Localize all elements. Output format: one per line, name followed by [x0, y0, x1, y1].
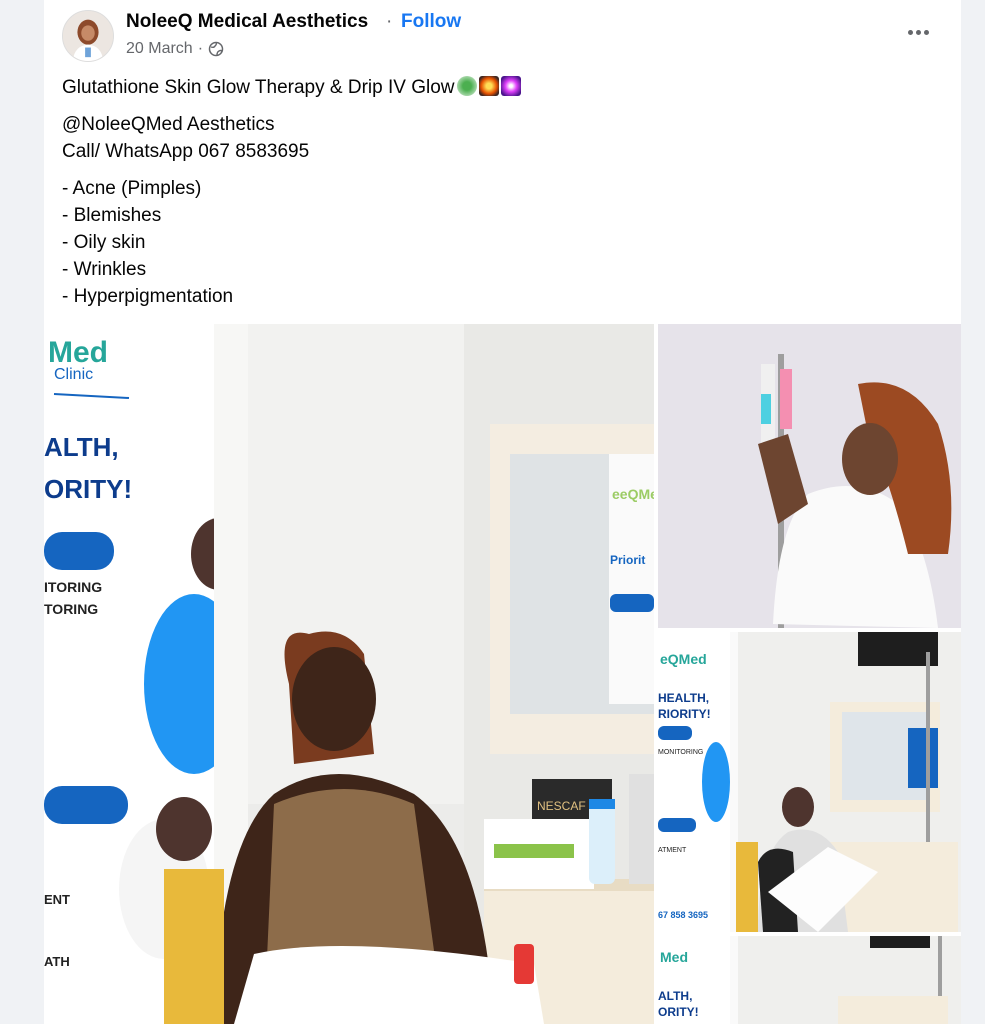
post-title-line: Glutathione Skin Glow Therapy & Drip IV …	[62, 74, 521, 101]
meta-dot: ·	[197, 40, 204, 57]
thumb-line1: HEALTH,	[658, 691, 709, 705]
box-label: NESCAF	[537, 799, 586, 813]
banner-monitor2: TORING	[44, 601, 98, 617]
photo-grid: eeQMe Priorit NESCAF Med Clinic ALTH, OR…	[44, 324, 961, 1024]
banner-line2: ORITY!	[44, 474, 132, 504]
post-date[interactable]: 20 March	[126, 40, 193, 58]
post-meta: 20 March ·	[126, 40, 224, 58]
page-name[interactable]: NoleeQ Medical Aesthetics	[126, 11, 368, 33]
name-separator: ·	[386, 11, 393, 32]
post-title: Glutathione Skin Glow Therapy & Drip IV …	[62, 77, 455, 98]
photo-clinic-room[interactable]: eQMed HEALTH, RIORITY! MONITORING ATMENT…	[658, 632, 961, 932]
mirror-line: Priorit	[610, 553, 645, 567]
more-options-icon[interactable]	[903, 20, 933, 44]
thumb-treat: ATMENT	[658, 847, 687, 854]
recycle-emoji	[456, 76, 477, 96]
bottom-brand: Med	[660, 949, 688, 965]
list-item: - Acne (Pimples)	[62, 178, 202, 199]
banner-side1: ENT	[44, 892, 70, 907]
photo-banner-room[interactable]: Med ALTH, ORITY!	[658, 936, 961, 1024]
list-item: - Blemishes	[62, 205, 162, 226]
follow-button[interactable]: Follow	[401, 11, 461, 33]
list-item: - Oily skin	[62, 232, 146, 253]
list-item: - Hyperpigmentation	[62, 286, 234, 307]
bottom-line2: ORITY!	[658, 1005, 699, 1019]
thumb-line2: RIORITY!	[658, 707, 711, 721]
post-handle: @NoleeQMed Aesthetics	[62, 114, 275, 135]
globe-icon[interactable]	[208, 41, 224, 57]
post-contact: Call/ WhatsApp 067 8583695	[62, 141, 310, 162]
banner-side2: ATH	[44, 954, 70, 969]
photo-main[interactable]: eeQMe Priorit NESCAF Med Clinic ALTH, OR…	[44, 324, 654, 1024]
sparkler-emoji	[500, 76, 521, 96]
mirror-brand: eeQMe	[612, 486, 654, 502]
photo-nurse[interactable]	[658, 324, 961, 628]
post-header: NoleeQ Medical Aesthetics · Follow 20 Ma…	[44, 0, 961, 70]
thumb-phone: 67 858 3695	[658, 910, 708, 920]
banner-brand: Med	[48, 336, 108, 369]
post-card: NoleeQ Medical Aesthetics · Follow 20 Ma…	[44, 0, 961, 1024]
thumb-monitor: MONITORING	[658, 749, 703, 756]
fireworks-emoji	[478, 76, 499, 96]
thumb-brand: eQMed	[660, 651, 707, 667]
avatar[interactable]	[62, 10, 114, 62]
banner-monitor1: ITORING	[44, 579, 102, 595]
list-item: - Wrinkles	[62, 259, 147, 280]
post-text: Glutathione Skin Glow Therapy & Drip IV …	[62, 74, 521, 310]
bottom-line1: ALTH,	[658, 989, 692, 1003]
banner-line1: ALTH,	[44, 432, 119, 462]
banner-clinic: Clinic	[54, 366, 93, 383]
